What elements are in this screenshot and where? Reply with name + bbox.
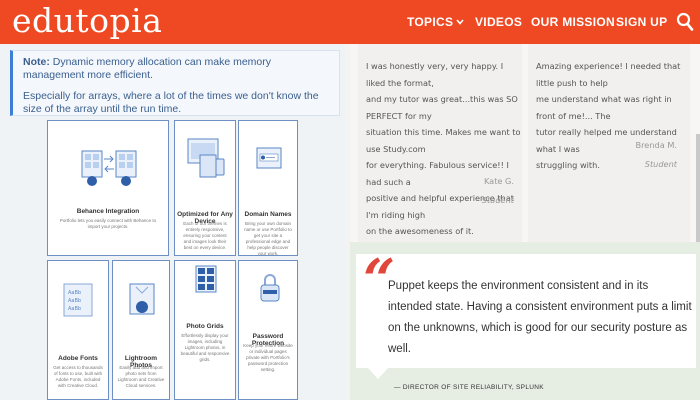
testimonial-bubble: “ Puppet keeps the environment consisten… bbox=[356, 250, 696, 368]
lock-icon bbox=[259, 273, 281, 308]
review-text: I was honestly very, very happy. I liked… bbox=[366, 61, 521, 236]
card-description: Portfolio lets you easily connect with B… bbox=[59, 218, 157, 229]
card-title: Behance Integration bbox=[76, 208, 140, 215]
review-text: Amazing experience! I needed that little… bbox=[536, 61, 681, 170]
photo-grid-icon bbox=[195, 265, 217, 298]
site-logo[interactable]: edutopia bbox=[12, 1, 162, 41]
feature-card-password[interactable]: Password Protection Keep your entire web… bbox=[238, 260, 298, 400]
card-description: Bring your own domain name or use Portfo… bbox=[244, 221, 292, 256]
fonts-icon: AaBb AaBb AaBb bbox=[63, 283, 93, 322]
testimonial-text: Puppet keeps the environment consistent … bbox=[388, 280, 692, 355]
svg-text:AaBb: AaBb bbox=[68, 306, 81, 312]
testimonial-section: “ Puppet keeps the environment consisten… bbox=[350, 242, 700, 400]
right-content-pane: I was honestly very, very happy. I liked… bbox=[350, 44, 700, 400]
feature-card-photo-grids[interactable]: Photo Grids Effortlessly display your im… bbox=[174, 260, 236, 400]
feature-card-domains[interactable]: Domain Names Bring your own domain name … bbox=[238, 120, 298, 256]
site-header: edutopia TOPICS VIDEOS OUR MISSION SIGN … bbox=[0, 0, 700, 44]
reviewer-name: Kate G. bbox=[483, 176, 514, 186]
svg-text:AaBb: AaBb bbox=[68, 290, 81, 296]
feature-card-behance[interactable]: Behance Integration Portfolio lets you e… bbox=[47, 120, 169, 256]
nav-our-mission[interactable]: OUR MISSION bbox=[531, 0, 615, 44]
reviewer-role: Student bbox=[644, 159, 677, 169]
note-text-1: Dynamic memory allocation can make memor… bbox=[49, 56, 271, 68]
nav-topics-label: TOPICS bbox=[407, 15, 454, 29]
note-text-2: management more efficient. bbox=[23, 69, 153, 81]
note-text-3: Especially for arrays, where a lot of th… bbox=[23, 90, 319, 102]
feature-card-adobe-fonts[interactable]: AaBb AaBb AaBb Adobe Fonts Get access to… bbox=[47, 260, 109, 400]
feature-card-devices[interactable]: Optimized for Any Device Each of our the… bbox=[174, 120, 236, 256]
nav-videos[interactable]: VIDEOS bbox=[475, 0, 522, 44]
card-description: Effortlessly display your images, includ… bbox=[180, 333, 230, 362]
card-description: Get access to thousands of fonts to use,… bbox=[53, 365, 103, 388]
nav-topics[interactable]: TOPICS bbox=[407, 0, 464, 44]
reviewer-role: Student bbox=[481, 195, 514, 205]
chevron-down-icon bbox=[456, 0, 464, 44]
review-card: Amazing experience! I needed that little… bbox=[528, 44, 690, 242]
note-label: Note: bbox=[23, 56, 50, 68]
card-title: Photo Grids bbox=[186, 323, 224, 330]
search-icon[interactable] bbox=[676, 12, 694, 32]
svg-text:AaBb: AaBb bbox=[68, 298, 81, 304]
right-scrollbar[interactable] bbox=[696, 134, 700, 246]
card-description: Each of our themes is entirely responsiv… bbox=[183, 221, 227, 250]
card-title: Adobe Fonts bbox=[58, 355, 98, 362]
lightroom-icon bbox=[126, 283, 158, 324]
reviewer-name: Brenda M. bbox=[635, 140, 677, 150]
left-content-pane: Note: Dynamic memory allocation can make… bbox=[0, 44, 345, 400]
behance-sync-icon bbox=[80, 145, 138, 194]
testimonial-attribution: — DIRECTOR OF SITE RELIABILITY, SPLUNK bbox=[394, 384, 544, 391]
card-description: Keep your entire website or individual p… bbox=[243, 343, 293, 372]
review-card: I was honestly very, very happy. I liked… bbox=[358, 44, 522, 242]
bubble-tail bbox=[368, 368, 388, 379]
card-description: Easily add and import photo sets from Li… bbox=[117, 365, 165, 388]
card-title: Domain Names bbox=[244, 211, 292, 218]
devices-icon bbox=[186, 137, 226, 186]
feature-card-lightroom[interactable]: Lightroom Photos Easily add and import p… bbox=[112, 260, 170, 400]
domain-icon bbox=[256, 147, 282, 174]
nav-sign-up[interactable]: SIGN UP bbox=[616, 0, 667, 44]
note-callout: Note: Dynamic memory allocation can make… bbox=[10, 50, 340, 116]
note-text-4: size of the array until the run time. bbox=[23, 103, 182, 115]
